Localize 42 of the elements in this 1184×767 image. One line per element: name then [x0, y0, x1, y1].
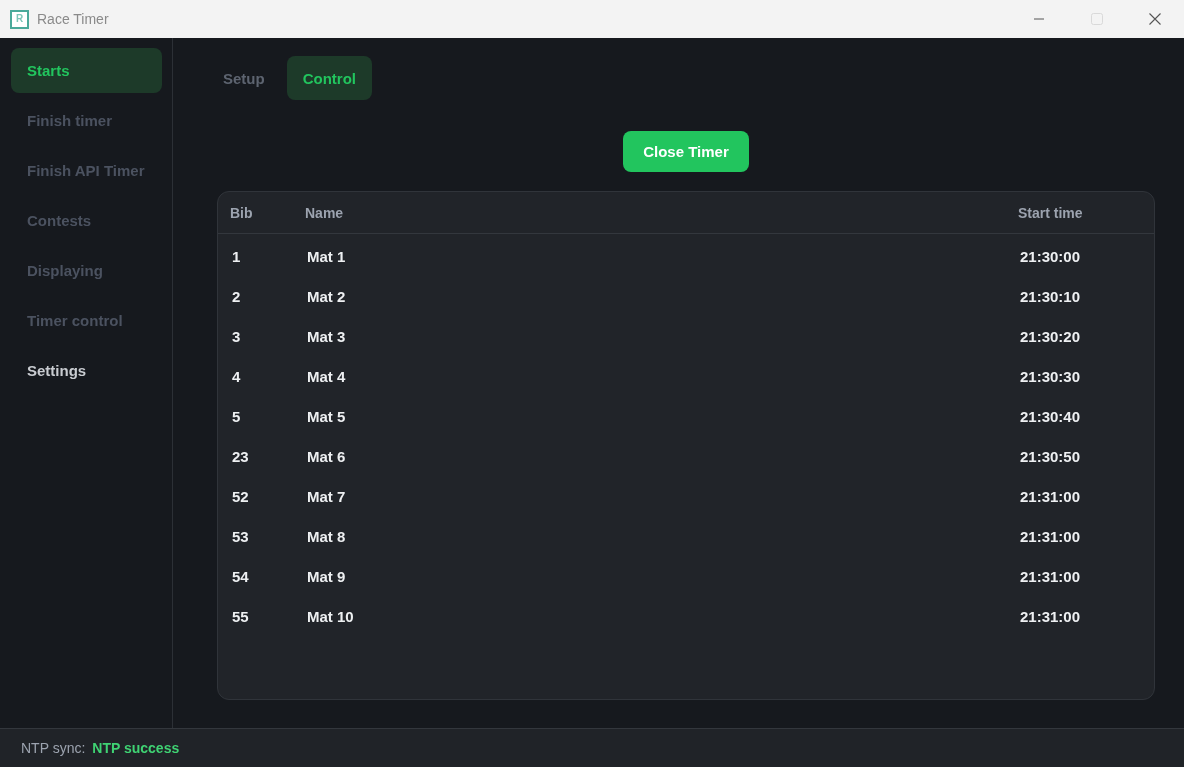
column-header: Bib — [230, 204, 253, 221]
table-cell: 21:31:00 — [1020, 527, 1081, 545]
column-header: Start time — [1018, 204, 1083, 221]
table-cell: 21:31:00 — [1020, 607, 1081, 625]
table-cell: 21:30:40 — [1020, 407, 1081, 425]
table-cell: 21:30:50 — [1020, 447, 1081, 465]
table-cell: Mat 9 — [307, 567, 346, 585]
table-cell: 52 — [232, 487, 249, 505]
table-cell: 3 — [232, 327, 241, 345]
table-cell: 21:30:10 — [1020, 287, 1081, 305]
table-cell: Mat 3 — [307, 327, 346, 345]
table-cell: 21:30:00 — [1020, 247, 1081, 265]
status-value: NTP success — [92, 740, 180, 756]
table-cell: Mat 1 — [307, 247, 346, 265]
table-cell: 21:31:00 — [1020, 487, 1081, 505]
table-cell: 21:30:30 — [1020, 367, 1081, 385]
table-cell: 21:31:00 — [1020, 567, 1081, 585]
table-cell: Mat 4 — [307, 367, 346, 385]
table-cell: 54 — [232, 567, 249, 585]
status-label: NTP sync: — [21, 740, 86, 756]
table-cell: Mat 7 — [307, 487, 346, 505]
table-cell: Mat 5 — [307, 407, 346, 425]
table-cell: 4 — [232, 367, 241, 385]
table-cell: 53 — [232, 527, 249, 545]
tab[interactable]: Setup — [207, 56, 281, 100]
table-cell: 1 — [232, 247, 241, 265]
sidebar-item[interactable]: Starts — [11, 48, 162, 93]
column-header: Name — [305, 204, 344, 221]
table-cell: Mat 10 — [307, 607, 354, 625]
close-timer-button[interactable]: Close Timer — [623, 131, 749, 172]
table-cell: Mat 2 — [307, 287, 346, 305]
table-cell: Mat 6 — [307, 447, 346, 465]
app-logo: R — [10, 9, 29, 29]
tab[interactable]: Control — [286, 56, 372, 100]
table-cell: 2 — [232, 287, 241, 305]
table-cell: 23 — [232, 447, 249, 465]
sidebar-item[interactable]: Settings — [11, 348, 162, 393]
table-cell: 5 — [232, 407, 241, 425]
table-cell: 55 — [232, 607, 249, 625]
table-cell: Mat 8 — [307, 527, 346, 545]
window-title: Race Timer — [37, 11, 109, 27]
table-cell: 21:30:20 — [1020, 327, 1081, 345]
